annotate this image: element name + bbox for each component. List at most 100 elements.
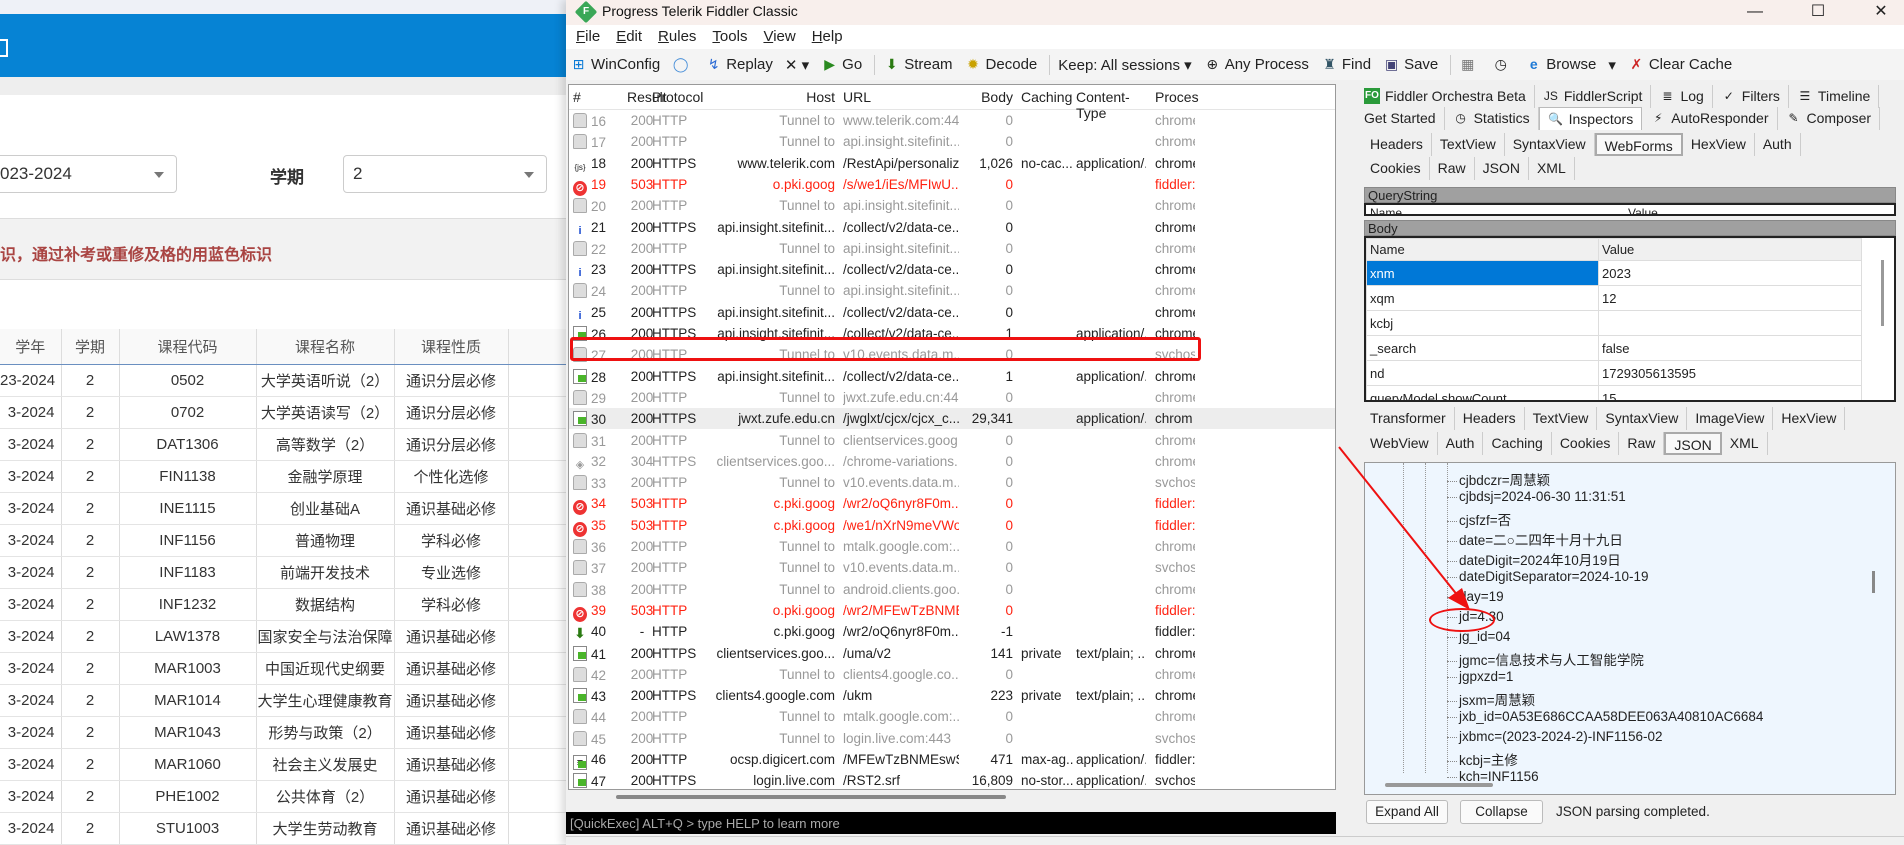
find-button[interactable]: ♜ Find bbox=[1321, 56, 1371, 73]
tab-cookies[interactable]: Cookies bbox=[1552, 432, 1620, 455]
table-row[interactable]: 3-2024 2 LAW1378 国家安全与法治保障 通识基础必修 bbox=[0, 620, 566, 653]
tab-log[interactable]: ≣ Log bbox=[1651, 85, 1713, 108]
expand-all-button[interactable]: Expand All bbox=[1366, 800, 1448, 824]
json-node[interactable]: jgpxzd=1 bbox=[1447, 669, 1513, 689]
json-node[interactable]: jxbmc=(2023-2024-2)-INF1156-02 bbox=[1447, 729, 1662, 749]
remove-button[interactable]: ✕ ▾ bbox=[785, 56, 809, 74]
minimize-button[interactable]: — bbox=[1732, 0, 1778, 25]
json-node[interactable]: day=19 bbox=[1447, 589, 1504, 609]
tab-hexview[interactable]: HexView bbox=[1773, 407, 1846, 430]
json-node[interactable]: dateDigitSeparator=2024-10-19 bbox=[1447, 569, 1649, 589]
json-node[interactable]: jxb_id=0A53E686CCAA58DEE063A40810AC6684 bbox=[1447, 709, 1763, 729]
session-row[interactable]: 31 200 HTTP Tunnel to clientservices.goog...… bbox=[569, 430, 1335, 451]
table-row[interactable]: 23-2024 2 0502 大学英语听说（2） 通识分层必修 bbox=[0, 364, 566, 397]
session-row[interactable]: 29 200 HTTP Tunnel to jwxt.zufe.edu.cn:443 0 c… bbox=[569, 387, 1335, 408]
session-row[interactable]: 37 200 HTTP Tunnel to v10.events.data.m... 0 s… bbox=[569, 557, 1335, 578]
menu-tools[interactable]: Tools bbox=[712, 28, 747, 45]
table-row[interactable]: 3-2024 2 DAT1306 高等数学（2） 通识分层必修 bbox=[0, 428, 566, 461]
tab-raw[interactable]: Raw bbox=[1430, 157, 1475, 180]
close-button[interactable]: ✕ bbox=[1858, 0, 1904, 25]
body-name-header[interactable]: Name bbox=[1366, 238, 1599, 261]
header-icon[interactable] bbox=[0, 39, 8, 57]
table-row[interactable]: 3-2024 2 INE1115 创业基础A 通识基础必修 bbox=[0, 492, 566, 525]
form-field-row[interactable]: xqm 12 bbox=[1366, 285, 1862, 311]
session-row[interactable]: 44 200 HTTP Tunnel to mtalk.google.com:... 0 c… bbox=[569, 706, 1335, 727]
tab-caching[interactable]: Caching bbox=[1483, 432, 1552, 455]
json-node[interactable]: cjsfzf=否 bbox=[1447, 509, 1511, 529]
tab-textview[interactable]: TextView bbox=[1525, 407, 1598, 430]
session-row[interactable]: 33 200 HTTP Tunnel to v10.events.data.m... 0 s… bbox=[569, 472, 1335, 493]
form-field-row[interactable]: kcbj bbox=[1366, 310, 1862, 336]
column-header[interactable]: 课程名称 bbox=[256, 329, 395, 365]
json-node[interactable]: dateDigit=2024年10月19日 bbox=[1447, 549, 1621, 569]
tab-get-started[interactable]: Get Started bbox=[1356, 107, 1445, 130]
screenshot-button[interactable]: ▦ bbox=[1459, 56, 1480, 73]
quickexec-input[interactable]: [QuickExec] ALT+Q > type HELP to learn m… bbox=[566, 812, 1336, 834]
column-header[interactable]: # bbox=[573, 89, 613, 105]
json-node[interactable]: jg_id=04 bbox=[1447, 629, 1510, 649]
tab-headers[interactable]: Headers bbox=[1362, 133, 1432, 156]
session-row[interactable]: 17 200 HTTP Tunnel to api.insight.sitefinit.… bbox=[569, 131, 1335, 152]
form-field-row[interactable]: xnm 2023 bbox=[1366, 260, 1862, 286]
browse-dropdown[interactable]: ▾ bbox=[1608, 56, 1616, 74]
json-node[interactable]: jgmc=信息技术与人工智能学院 bbox=[1447, 649, 1644, 669]
table-row[interactable]: 3-2024 2 PHE1002 公共体育（2） 通识基础必修 bbox=[0, 780, 566, 813]
table-row[interactable]: 3-2024 2 INF1232 数据结构 学科必修 bbox=[0, 588, 566, 621]
tab-hexview[interactable]: HexView bbox=[1683, 133, 1755, 156]
menu-edit[interactable]: Edit bbox=[616, 28, 642, 45]
tab-textview[interactable]: TextView bbox=[1432, 133, 1505, 156]
json-node[interactable]: cjbdczr=周慧颖 bbox=[1447, 469, 1550, 489]
tab-webforms[interactable]: WebForms bbox=[1594, 133, 1683, 156]
table-row[interactable]: 3-2024 2 INF1156 普通物理 学科必修 bbox=[0, 524, 566, 557]
clear-cache-button[interactable]: ✗ Clear Cache bbox=[1628, 56, 1732, 73]
session-row[interactable]: 16 200 HTTP Tunnel to www.telerik.com:443 0 ch… bbox=[569, 110, 1335, 131]
sessions-horizontal-scrollbar[interactable] bbox=[616, 795, 1006, 799]
tab-cookies[interactable]: Cookies bbox=[1362, 157, 1430, 180]
table-row[interactable]: 3-2024 2 0702 大学英语读写（2） 通识分层必修 bbox=[0, 396, 566, 429]
column-header[interactable]: 课程代码 bbox=[119, 329, 257, 365]
table-row[interactable]: 3-2024 2 MAR1043 形势与政策（2） 通识基础必修 bbox=[0, 716, 566, 749]
session-row[interactable]: i 21 200 HTTPS api.insight.sitefinit.../coll… bbox=[569, 217, 1335, 238]
session-row[interactable]: 45 200 HTTP Tunnel to login.live.com:443 0 svc… bbox=[569, 728, 1335, 749]
year-select[interactable]: 023-2024 bbox=[0, 155, 177, 193]
form-field-row[interactable]: _search false bbox=[1366, 335, 1862, 361]
session-row[interactable]: 36 200 HTTP Tunnel to mtalk.google.com:... 0 c… bbox=[569, 536, 1335, 557]
json-vertical-scrollbar[interactable] bbox=[1872, 571, 1875, 593]
maximize-button[interactable]: ☐ bbox=[1795, 0, 1841, 25]
menu-file[interactable]: File bbox=[576, 28, 600, 45]
tab-webview[interactable]: WebView bbox=[1362, 432, 1438, 455]
form-field-row[interactable]: queryModel.showCount 15 bbox=[1366, 385, 1862, 400]
column-header[interactable]: Protocol bbox=[652, 89, 712, 105]
menu-help[interactable]: Help bbox=[812, 28, 843, 45]
menu-view[interactable]: View bbox=[763, 28, 795, 45]
session-row[interactable]: 47 200 HTTPS login.live.com/RST2.srf 16,809 n… bbox=[569, 770, 1335, 789]
tab-inspectors[interactable]: 🔍 Inspectors bbox=[1538, 107, 1643, 130]
json-node[interactable]: date=二○二四年十月十九日 bbox=[1447, 529, 1623, 549]
table-row[interactable]: 3-2024 2 FIN1138 金融学原理 个性化选修 bbox=[0, 460, 566, 493]
save-button[interactable]: ▣ Save bbox=[1383, 56, 1438, 73]
json-node[interactable]: cjbdsj=2024-06-30 11:31:51 bbox=[1447, 489, 1626, 509]
table-row[interactable]: 3-2024 2 INF1183 前端开发技术 专业选修 bbox=[0, 556, 566, 589]
tab-autoresponder[interactable]: ⚡ AutoResponder bbox=[1642, 107, 1778, 130]
menu-rules[interactable]: Rules bbox=[658, 28, 696, 45]
keep-sessions-dropdown[interactable]: Keep: All sessions ▾ bbox=[1058, 56, 1191, 74]
column-header[interactable]: Caching bbox=[1021, 89, 1073, 105]
table-row[interactable]: 3-2024 2 STU1003 大学生劳动教育 通识基础必修 bbox=[0, 812, 566, 845]
comment-button[interactable]: ◯ bbox=[672, 56, 693, 73]
tab-syntaxview[interactable]: SyntaxView bbox=[1597, 407, 1688, 430]
replay-button[interactable]: ↯ Replay bbox=[705, 56, 773, 73]
browse-button[interactable]: e Browse bbox=[1525, 56, 1596, 73]
session-row[interactable]: 28 200 HTTPS api.insight.sitefinit.../colle… bbox=[569, 366, 1335, 387]
column-header[interactable]: Body bbox=[965, 89, 1013, 105]
session-row[interactable]: ◈ 32 304 HTTPS clientservices.goo.../chrome-… bbox=[569, 451, 1335, 472]
column-header[interactable]: 学年 bbox=[0, 329, 62, 365]
session-row[interactable]: ⊘35503HTTPc.pki.goog/we1/nXrN9meVWo...0f… bbox=[569, 515, 1335, 537]
session-row[interactable]: ⊘ 19 503 HTTP o.pki.goog/s/we1/iEs/MFIwU... 0… bbox=[569, 174, 1335, 196]
table-row[interactable]: 3-2024 2 MAR1003 中国近现代史纲要 通识基础必修 bbox=[0, 652, 566, 685]
tab-xml[interactable]: XML bbox=[1529, 157, 1575, 180]
column-header[interactable] bbox=[508, 329, 566, 365]
session-row[interactable]: ⊘39503HTTPo.pki.goog/wr2/MFEwTzBNME...0f… bbox=[569, 600, 1335, 622]
body-grid[interactable]: Name Value xnm 2023 xqm 12 kcbj _search false nd… bbox=[1364, 236, 1896, 402]
tab-auth[interactable]: Auth bbox=[1438, 432, 1484, 455]
term-select[interactable]: 2 bbox=[343, 155, 547, 193]
